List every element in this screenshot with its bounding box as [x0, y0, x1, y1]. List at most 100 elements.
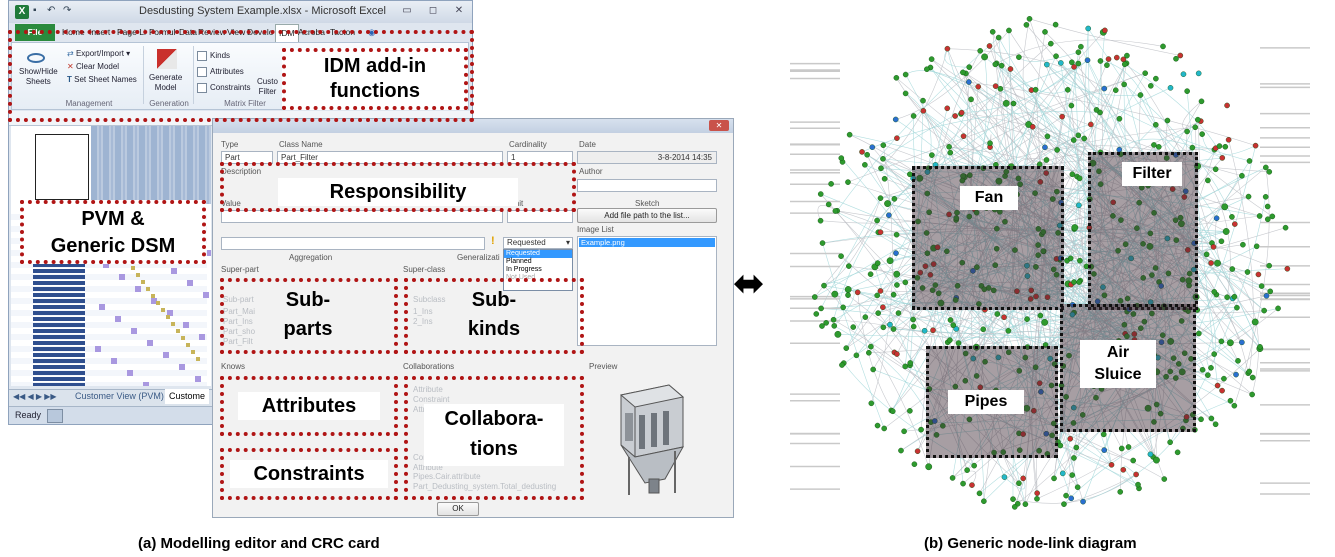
- diagram-node: [910, 316, 916, 323]
- diagram-node: [911, 461, 918, 467]
- image-list-item[interactable]: Example.png: [579, 238, 715, 247]
- diagram-node: [1266, 169, 1273, 175]
- grid-row-label: [33, 275, 85, 279]
- grid-diagonal-cell: [196, 357, 200, 361]
- image-list[interactable]: [577, 236, 717, 346]
- save-icon[interactable]: ▪: [33, 5, 43, 17]
- diagram-node: [1244, 269, 1251, 275]
- diagram-node: [867, 271, 874, 277]
- type-label: Type: [221, 140, 239, 149]
- diagram-node: [925, 463, 933, 471]
- ok-button[interactable]: OK: [437, 502, 479, 516]
- diagram-node: [1249, 374, 1256, 381]
- diagram-node: [1071, 64, 1077, 70]
- diagram-node: [1231, 402, 1238, 409]
- diagram-node: [1011, 504, 1018, 510]
- diagram-node: [1233, 371, 1239, 378]
- status-option[interactable]: In Progress: [504, 266, 572, 274]
- diagram-node: [1246, 368, 1253, 375]
- diagram-node: [1068, 495, 1075, 502]
- sheet-nav-icon[interactable]: ◀◀ ◀ ▶ ▶▶: [13, 389, 57, 404]
- grid-diagonal-cell: [181, 336, 185, 340]
- grid-row-label: [33, 359, 85, 363]
- status-option[interactable]: Planned: [504, 258, 572, 266]
- diagram-node: [1034, 496, 1040, 502]
- diagram-node: [1088, 121, 1094, 128]
- subparts-label-box: Sub- parts: [262, 286, 354, 348]
- grid-row-label: [33, 347, 85, 351]
- status-select[interactable]: Requested ▾: [503, 237, 573, 249]
- diagram-node: [1048, 40, 1054, 47]
- diagram-node: [1155, 144, 1162, 150]
- responsibility-label-box: Responsibility: [278, 178, 518, 206]
- diagram-node: [1198, 416, 1204, 423]
- sheet-tab-customer[interactable]: Custome: [165, 389, 210, 404]
- diagram-node: [918, 426, 924, 433]
- grid-header-cell: [35, 134, 89, 200]
- diagram-node: [817, 191, 824, 197]
- diagram-node: [920, 97, 926, 104]
- diagram-node: [1174, 449, 1181, 456]
- warning-icon: !: [491, 235, 495, 247]
- macro-record-icon[interactable]: [47, 409, 63, 423]
- diagram-node: [1205, 177, 1211, 184]
- diagram-node: [1234, 304, 1240, 311]
- diagram-node: [880, 156, 886, 162]
- diagram-node: [1177, 52, 1184, 59]
- diagram-node: [987, 140, 993, 146]
- close-icon[interactable]: ✕: [447, 4, 471, 18]
- diagram-node: [862, 161, 868, 168]
- diagram-node: [1184, 88, 1190, 94]
- dust-filter-preview-image: [619, 384, 685, 495]
- diagram-node: [955, 340, 962, 346]
- diagram-node: [1229, 266, 1236, 272]
- diagram-node: [1064, 87, 1071, 93]
- diagram-node: [1085, 25, 1092, 32]
- diagram-node: [964, 467, 970, 473]
- author-field[interactable]: [577, 179, 717, 192]
- responsibility-line-field[interactable]: [221, 237, 485, 250]
- diagram-node: [989, 29, 996, 35]
- diagram-node: [890, 291, 897, 298]
- diagram-node: [1071, 279, 1077, 285]
- status-select-value: Requested: [507, 238, 546, 247]
- diagram-node: [1037, 312, 1044, 319]
- grid-marked-cell: [127, 370, 133, 376]
- diagram-node: [930, 327, 936, 334]
- diagram-node: [1245, 193, 1252, 200]
- diagram-node: [975, 83, 982, 90]
- diagram-node: [1219, 155, 1226, 161]
- diagram-node: [1029, 123, 1036, 130]
- minimize-icon[interactable]: ▭: [395, 4, 419, 18]
- grid-marked-cell: [187, 280, 193, 286]
- diagram-node: [1135, 481, 1141, 488]
- undo-icon[interactable]: ↶: [47, 5, 57, 17]
- dialog-close-icon[interactable]: ✕: [709, 120, 729, 131]
- diagram-node: [1231, 293, 1238, 300]
- diagram-node: [1102, 27, 1108, 34]
- add-file-path-button[interactable]: Add file path to the list...: [577, 208, 717, 223]
- diagram-node: [1016, 54, 1022, 60]
- diagram-node: [1051, 475, 1057, 482]
- diagram-node: [1224, 294, 1230, 300]
- diagram-node: [874, 292, 880, 299]
- diagram-node: [1221, 203, 1229, 211]
- diagram-node: [1221, 375, 1227, 382]
- date-label: Date: [579, 140, 596, 149]
- diagram-node: [1173, 55, 1179, 62]
- diagram-node: [1222, 143, 1229, 150]
- maximize-icon[interactable]: ◻: [421, 4, 445, 18]
- status-text: Ready: [15, 410, 42, 420]
- diagram-node: [968, 96, 974, 103]
- status-option[interactable]: Requested: [504, 250, 572, 258]
- diagram-node: [921, 327, 928, 334]
- grid-row-label: [33, 329, 85, 333]
- author-label: Author: [579, 167, 603, 176]
- diagram-node: [944, 105, 951, 112]
- redo-icon[interactable]: ↷: [63, 5, 73, 17]
- diagram-node: [1210, 244, 1217, 250]
- sheet-tab-pvm[interactable]: Customer View (PVM): [75, 389, 164, 404]
- diagram-node: [834, 330, 842, 338]
- diagram-edge: [1063, 474, 1137, 505]
- diagram-node: [828, 181, 834, 187]
